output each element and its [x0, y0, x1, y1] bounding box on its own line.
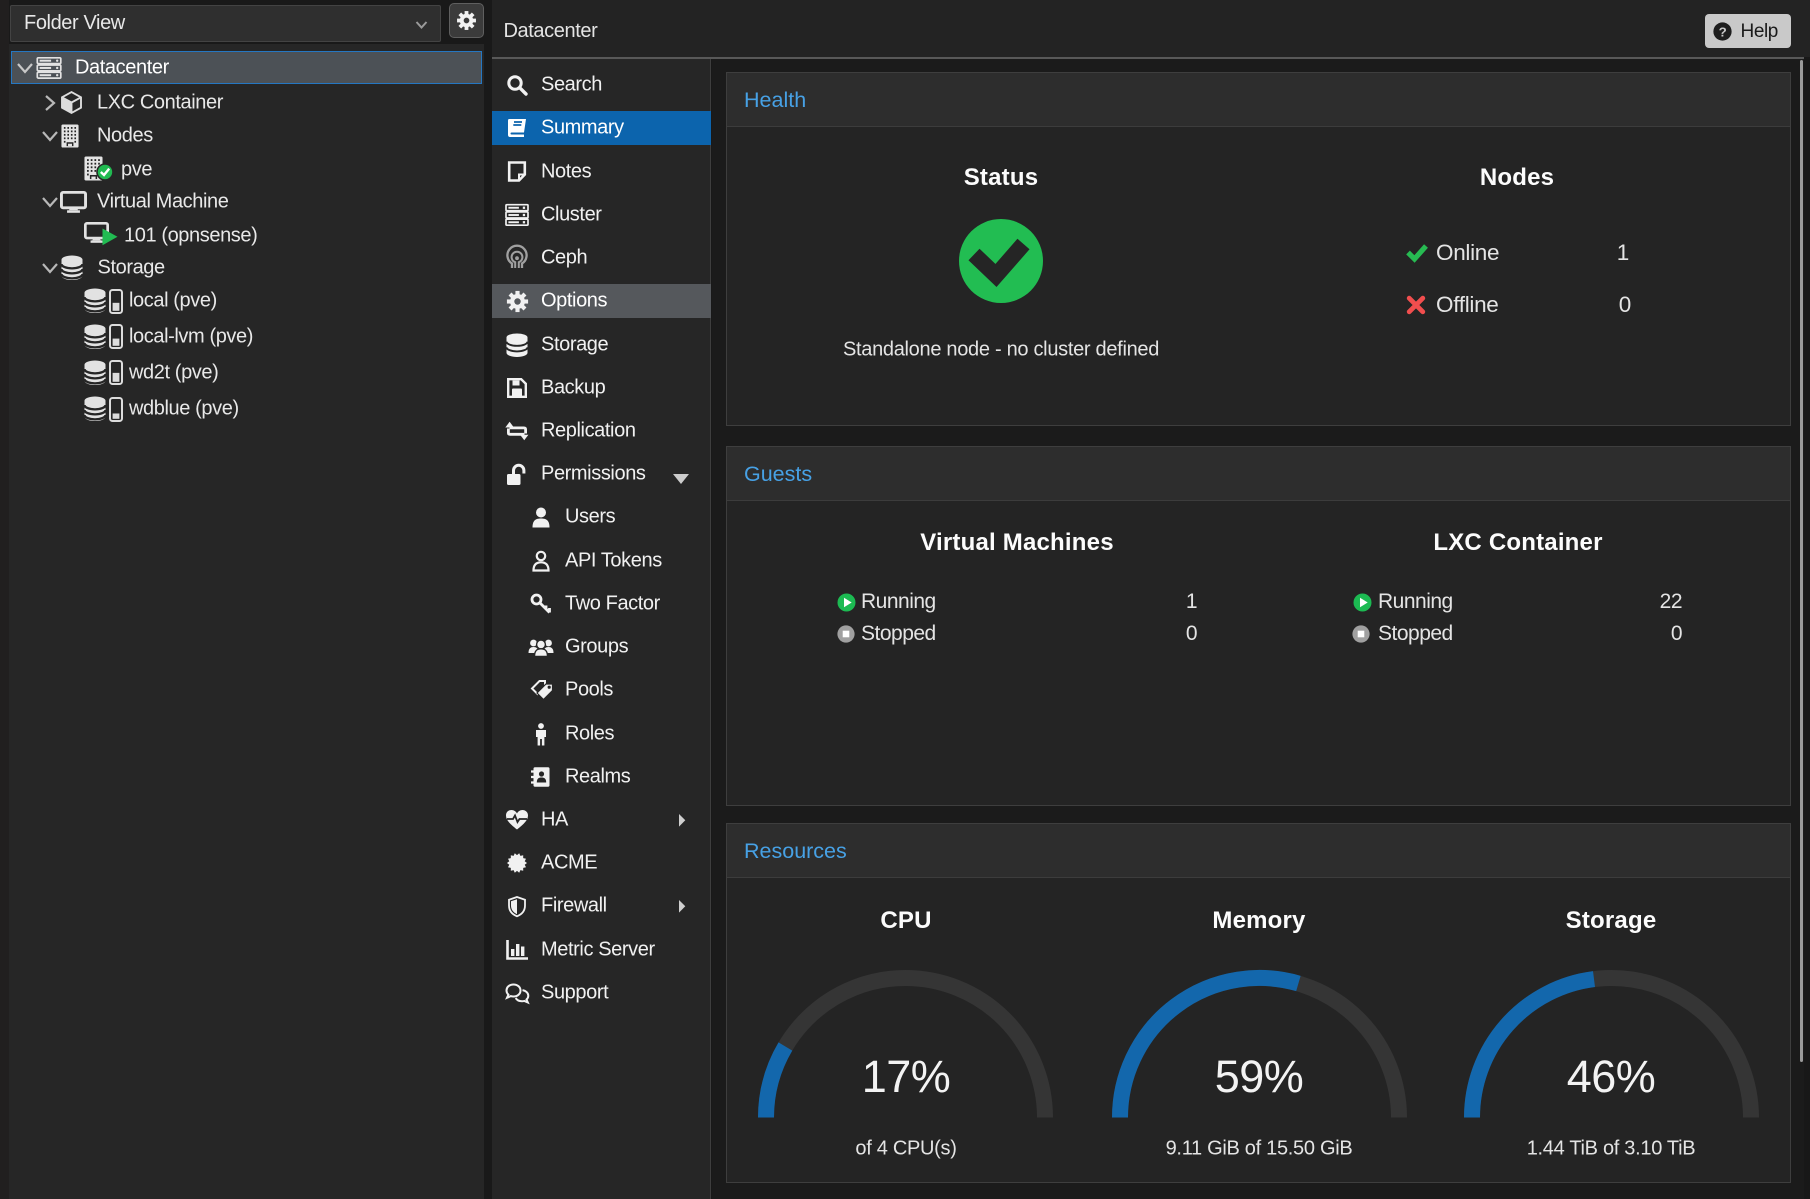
svg-text:?: ?	[1718, 24, 1726, 39]
